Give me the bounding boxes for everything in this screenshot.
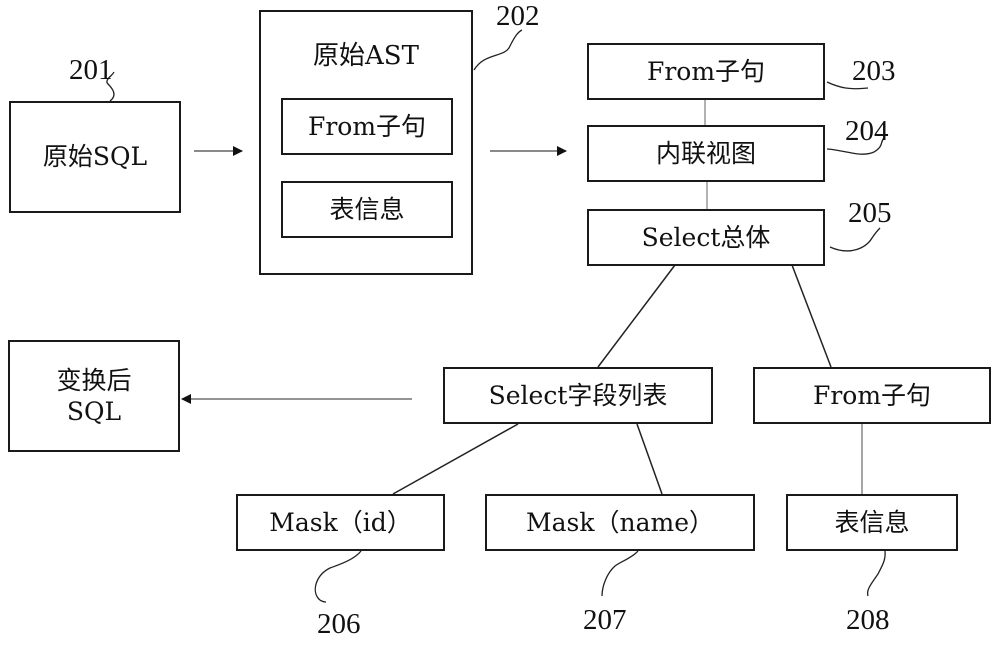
leader-206 <box>314 550 362 603</box>
original-ast-title: 原始AST <box>313 41 419 71</box>
inline-view-label: 内联视图 <box>655 138 756 168</box>
from-clause-top-label: From子句 <box>646 56 766 86</box>
select-field-list-label: Select字段列表 <box>488 380 668 410</box>
original-sql-label: 原始SQL <box>42 142 148 172</box>
transformed-sql-label-line1: 变换后 <box>56 365 132 395</box>
ref-206: 206 <box>317 608 361 640</box>
ast-from-clause-label: From子句 <box>307 111 427 141</box>
transformed-sql-node: 变换后 SQL <box>8 340 180 452</box>
mask-id-label: Mask（id） <box>269 507 412 537</box>
mask-id-node: Mask（id） <box>236 494 445 551</box>
ast-table-info-label: 表信息 <box>329 194 405 224</box>
leader-207 <box>601 550 639 597</box>
edge-field-list-to-mask-id <box>392 423 519 495</box>
from-clause-bottom-label: From子句 <box>812 380 932 410</box>
inline-view-node: 内联视图 <box>587 125 825 182</box>
ast-from-clause-node: From子句 <box>281 98 453 155</box>
ref-201: 201 <box>69 54 113 86</box>
ref-204: 204 <box>845 115 889 147</box>
from-clause-bottom-node: From子句 <box>753 367 991 424</box>
ref-205: 205 <box>848 197 892 229</box>
table-info-bottom-node: 表信息 <box>786 494 958 551</box>
leader-208 <box>866 550 886 597</box>
leader-202 <box>473 29 523 71</box>
ref-203: 203 <box>852 55 896 87</box>
edge-select-to-field-list <box>597 264 676 368</box>
mask-name-label: Mask（name） <box>526 507 714 537</box>
select-field-list-node: Select字段列表 <box>443 367 713 424</box>
ref-208: 208 <box>846 604 890 636</box>
ref-202: 202 <box>496 0 540 32</box>
edge-select-to-from <box>791 264 832 368</box>
ast-table-info-node: 表信息 <box>281 181 453 238</box>
edge-field-list-to-mask-name <box>636 423 663 495</box>
leader-205 <box>829 227 881 252</box>
original-sql-node: 原始SQL <box>9 101 181 213</box>
table-info-bottom-label: 表信息 <box>834 507 910 537</box>
transformed-sql-label-line2: SQL <box>66 397 122 426</box>
ref-207: 207 <box>583 604 627 636</box>
mask-name-node: Mask（name） <box>485 494 755 551</box>
select-whole-label: Select总体 <box>641 222 771 252</box>
select-whole-node: Select总体 <box>587 209 825 266</box>
from-clause-top-node: From子句 <box>587 43 825 100</box>
